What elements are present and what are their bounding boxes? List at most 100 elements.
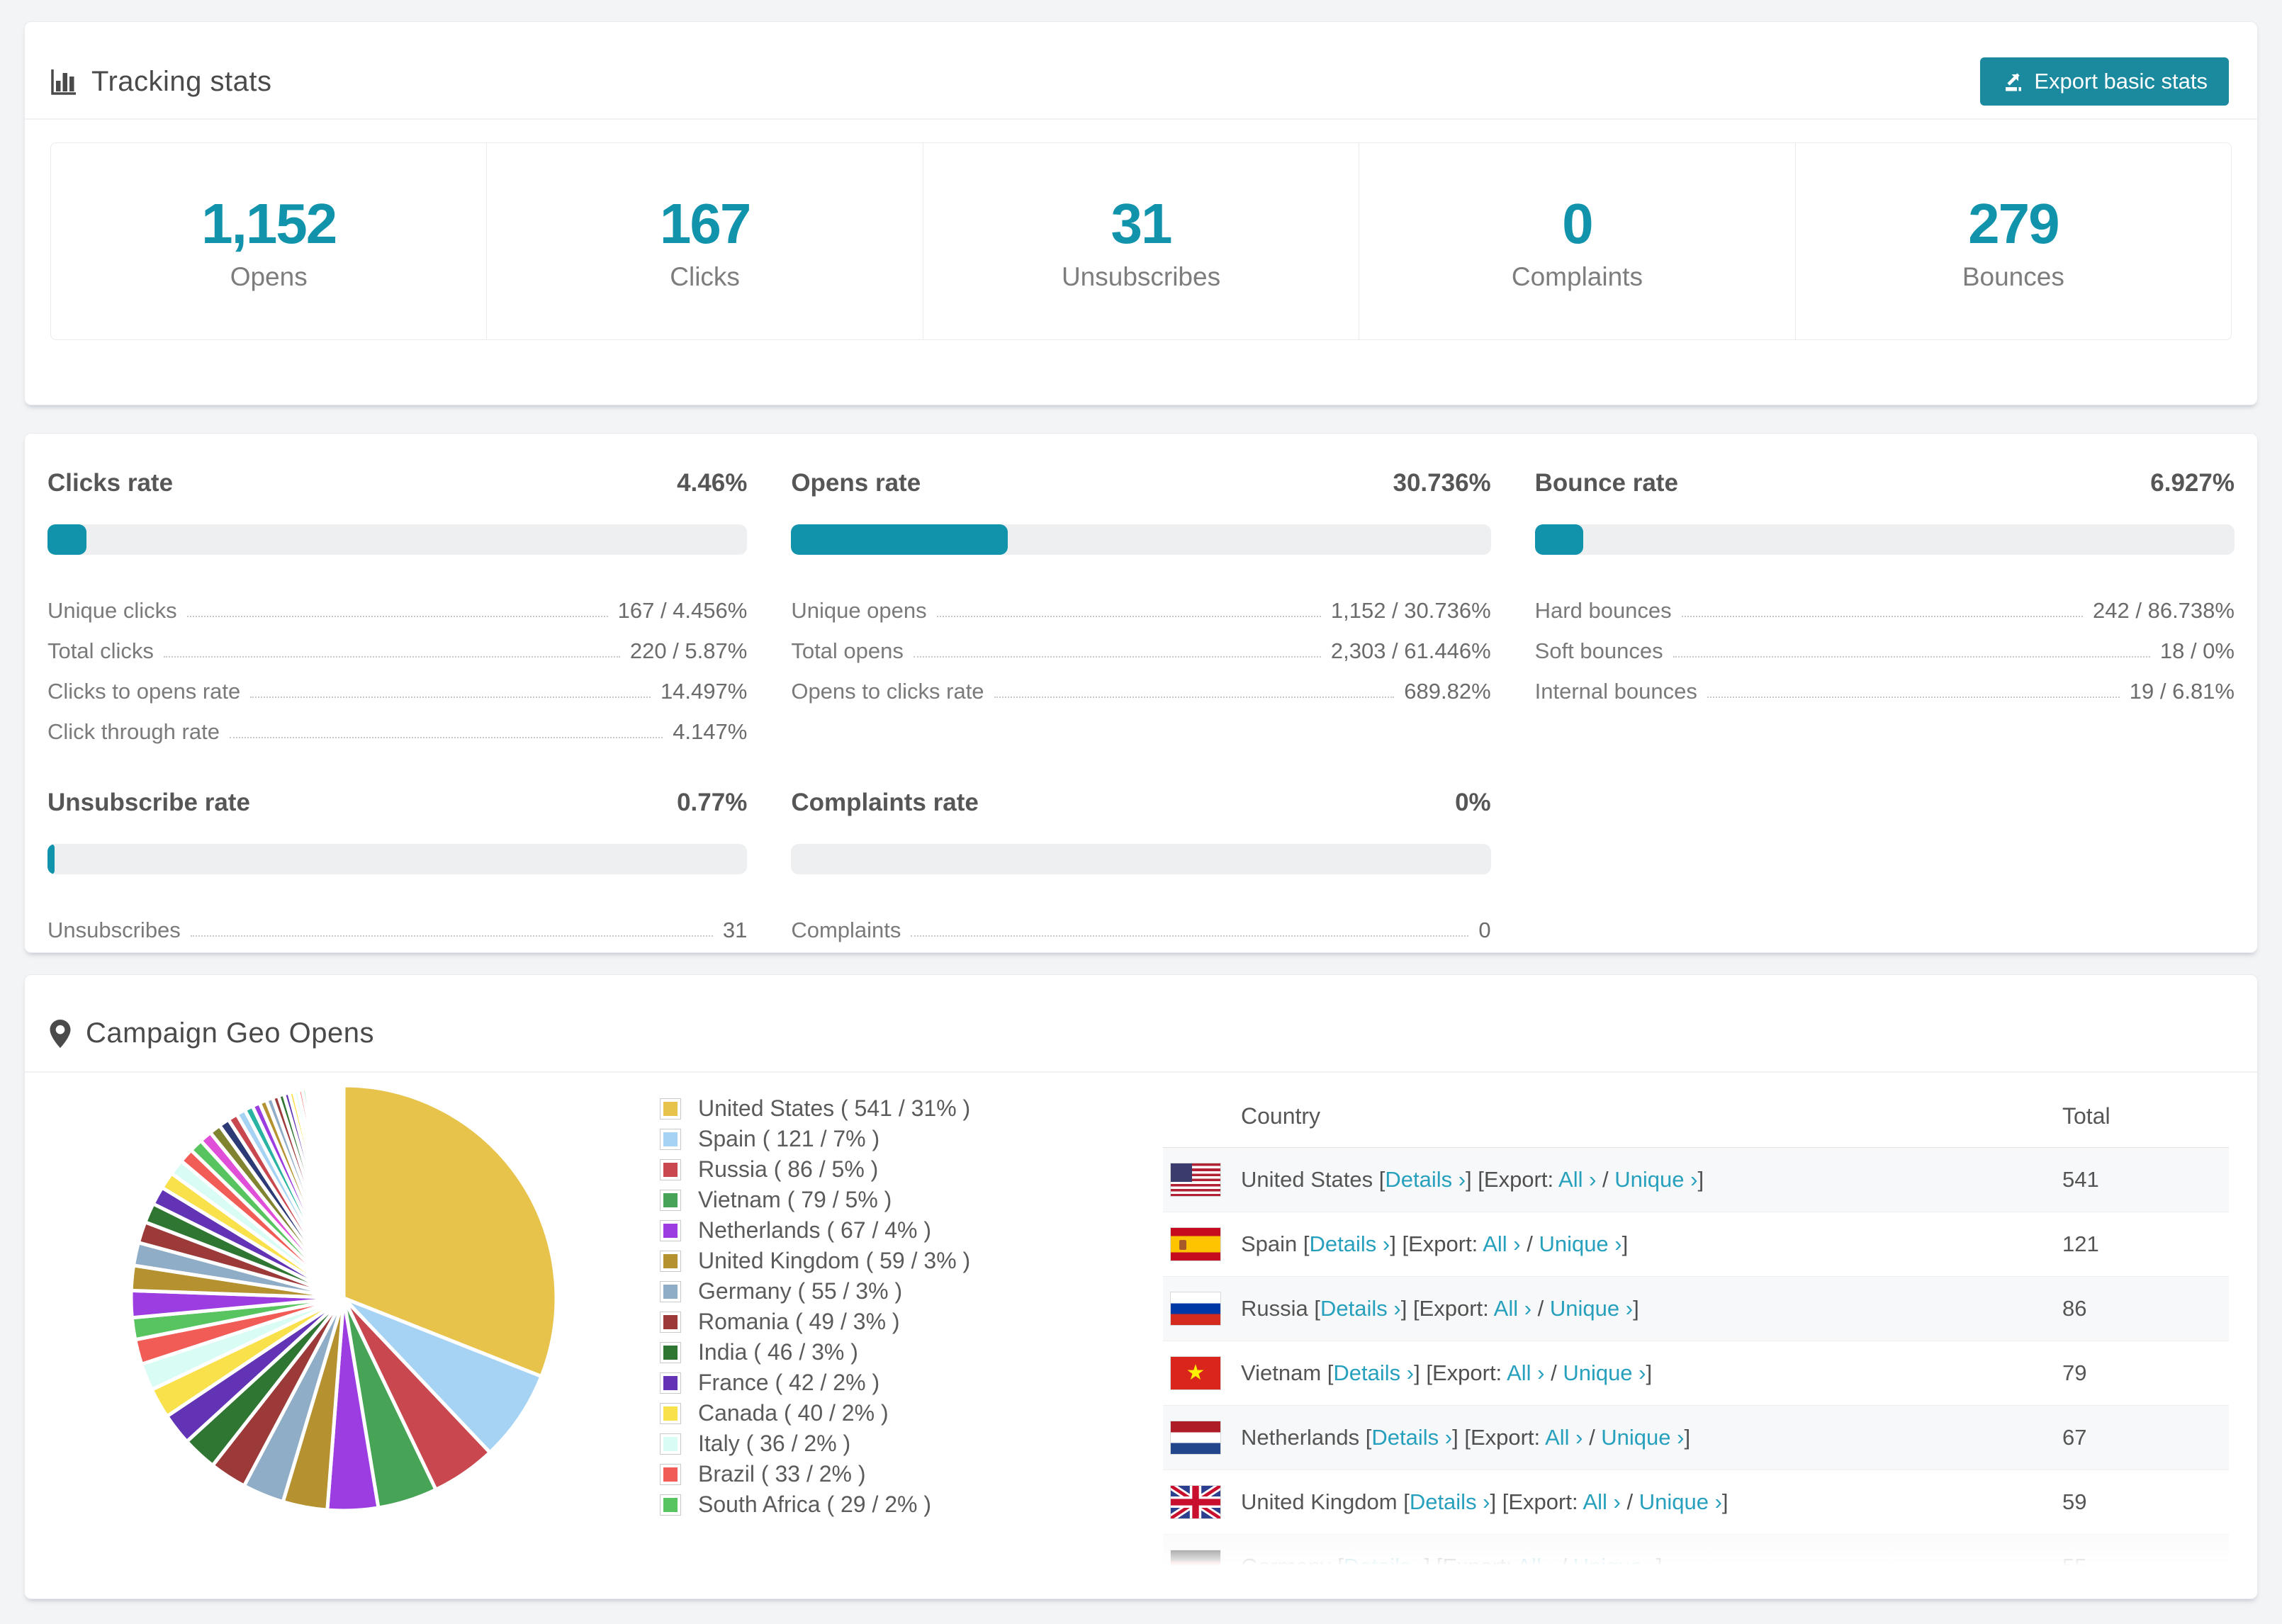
legend-item-south-africa[interactable]: South Africa ( 29 / 2% ) [660, 1492, 970, 1517]
legend-item-romania[interactable]: Romania ( 49 / 3% ) [660, 1309, 970, 1334]
legend-item-france[interactable]: France ( 42 / 2% ) [660, 1370, 970, 1395]
geo-table-row-us: United States [Details ›] [Export: All ›… [1163, 1148, 2229, 1212]
map-pin-icon [47, 1018, 73, 1049]
legend-swatch [660, 1280, 681, 1302]
bracket: ] [1466, 1167, 1478, 1192]
legend-item-germany[interactable]: Germany ( 55 / 3% ) [660, 1278, 970, 1304]
legend-label: Brazil ( 33 / 2% ) [698, 1461, 866, 1487]
total-cell: 121 [2062, 1231, 2099, 1256]
details-link[interactable]: Details › [1344, 1554, 1424, 1579]
legend-item-canada[interactable]: Canada ( 40 / 2% ) [660, 1400, 970, 1426]
rates-grid: Clicks rate 4.46% Unique clicks 167 / 4.456… [47, 469, 2235, 943]
legend-item-united-kingdom[interactable]: United Kingdom ( 59 / 3% ) [660, 1248, 970, 1273]
export-all-link[interactable]: All › [1558, 1167, 1596, 1192]
stat-value: 279 [1968, 191, 2059, 255]
geo-header: Campaign Geo Opens [47, 1017, 374, 1049]
geo-table-row-vn: Vietnam [Details ›] [Export: All › / Uni… [1163, 1341, 2229, 1405]
slash: / [1596, 1167, 1615, 1192]
rate-value: 6.927% [2150, 469, 2235, 497]
rate-title: Bounce rate [1534, 469, 1678, 497]
campaign-geo-opens-card: Campaign Geo Opens United States ( 541 /… [24, 974, 2258, 1599]
rate-detail-value: 0 [1478, 918, 1491, 942]
rate-detail-value: 242 / 86.738% [2093, 598, 2235, 623]
slash: / [1620, 1489, 1639, 1514]
rate-value: 30.736% [1393, 469, 1491, 497]
rate-detail-row: Unique opens 1,152 / 30.736% [791, 583, 1490, 624]
pie-slice[interactable] [341, 1083, 346, 1300]
legend-swatch [660, 1189, 681, 1211]
legend-swatch [660, 1372, 681, 1394]
legend-item-spain[interactable]: Spain ( 121 / 7% ) [660, 1126, 970, 1151]
stat-value: 167 [659, 191, 751, 255]
country-name: Germany [1241, 1554, 1332, 1579]
country-name: Spain [1241, 1231, 1298, 1256]
export-all-link[interactable]: All › [1507, 1360, 1544, 1385]
export-unique-link[interactable]: Unique › [1639, 1489, 1722, 1514]
rate-detail-row: Opens to clicks rate 689.82% [791, 664, 1490, 704]
legend-item-india[interactable]: India ( 46 / 3% ) [660, 1339, 970, 1365]
geo-pie-chart[interactable] [124, 1078, 563, 1518]
details-link[interactable]: Details › [1385, 1167, 1466, 1192]
export-basic-stats-button[interactable]: Export basic stats [1980, 57, 2229, 106]
export-all-link[interactable]: All › [1545, 1425, 1583, 1450]
dotted-leader [163, 656, 620, 658]
details-link[interactable]: Details › [1333, 1360, 1414, 1385]
geo-table-row-ru: Russia [Details ›] [Export: All › / Uniq… [1163, 1276, 2229, 1341]
export-unique-link[interactable]: Unique › [1539, 1231, 1621, 1256]
rate-detail-row: Soft bounces 18 / 0% [1535, 624, 2235, 664]
rate-detail-value: 167 / 4.456% [617, 598, 748, 623]
export-button-label: Export basic stats [2034, 69, 2208, 94]
rate-detail-label: Soft bounces [1534, 638, 1663, 663]
rate-progress-fill [47, 524, 87, 555]
rate-title: Complaints rate [791, 789, 979, 816]
export-unique-link[interactable]: Unique › [1563, 1360, 1646, 1385]
bracket: ] [1490, 1489, 1502, 1514]
column-header-country: Country [1241, 1103, 1321, 1129]
legend-swatch [660, 1402, 681, 1424]
bracket: ] [1424, 1554, 1437, 1579]
legend-label: France ( 42 / 2% ) [698, 1370, 880, 1395]
legend-label: Vietnam ( 79 / 5% ) [698, 1187, 892, 1212]
export-unique-link[interactable]: Unique › [1573, 1554, 1656, 1579]
country-name: United States [1241, 1167, 1373, 1192]
tracking-stats-header: Tracking stats [47, 66, 271, 98]
bracket: ] [1633, 1296, 1639, 1321]
details-link[interactable]: Details › [1371, 1425, 1452, 1450]
legend-label: Canada ( 40 / 2% ) [698, 1400, 889, 1426]
geo-table-body: United States [Details ›] [Export: All ›… [1163, 1148, 2229, 1598]
rate-detail-value: 2,303 / 61.446% [1330, 638, 1491, 663]
export-unique-link[interactable]: Unique › [1614, 1167, 1697, 1192]
export-unique-link[interactable]: Unique › [1550, 1296, 1633, 1321]
bracket: [ [1331, 1554, 1344, 1579]
dotted-leader [1673, 656, 2150, 658]
export-all-link[interactable]: All › [1483, 1231, 1520, 1256]
details-link[interactable]: Details › [1310, 1231, 1390, 1256]
details-link[interactable]: Details › [1410, 1489, 1490, 1514]
country-cell: Netherlands [Details ›] [Export: All › /… [1163, 1421, 2062, 1455]
total-cell: 59 [2062, 1489, 2087, 1514]
export-unique-link[interactable]: Unique › [1601, 1425, 1684, 1450]
legend-item-brazil[interactable]: Brazil ( 33 / 2% ) [660, 1461, 970, 1487]
geo-title: Campaign Geo Opens [86, 1017, 375, 1049]
bracket: ] [1400, 1296, 1413, 1321]
rate-block-unsubscribe-rate: Unsubscribe rate 0.77% Unsubscribes 31 [47, 789, 748, 943]
legend-item-vietnam[interactable]: Vietnam ( 79 / 5% ) [660, 1187, 970, 1212]
legend-swatch [660, 1098, 681, 1120]
legend-item-netherlands[interactable]: Netherlands ( 67 / 4% ) [660, 1217, 970, 1243]
export-icon [2001, 70, 2024, 93]
page-title: Tracking stats [91, 66, 272, 97]
legend-item-united-states[interactable]: United States ( 541 / 31% ) [660, 1095, 970, 1121]
details-link[interactable]: Details › [1320, 1296, 1401, 1321]
country-cell: Spain [Details ›] [Export: All › / Uniqu… [1163, 1227, 2062, 1261]
legend-label: Italy ( 36 / 2% ) [698, 1431, 851, 1456]
export-prefix: [Export: [1402, 1231, 1483, 1256]
bracket: ] [1721, 1489, 1729, 1514]
export-all-link[interactable]: All › [1583, 1489, 1620, 1514]
export-all-link[interactable]: All › [1517, 1554, 1554, 1579]
legend-item-russia[interactable]: Russia ( 86 / 5% ) [660, 1156, 970, 1182]
bracket: [ [1373, 1167, 1386, 1192]
legend-item-italy[interactable]: Italy ( 36 / 2% ) [660, 1431, 970, 1456]
export-all-link[interactable]: All › [1494, 1296, 1531, 1321]
rate-title: Clicks rate [47, 469, 174, 497]
rate-block-clicks-rate: Clicks rate 4.46% Unique clicks 167 / 4.456… [47, 469, 748, 745]
